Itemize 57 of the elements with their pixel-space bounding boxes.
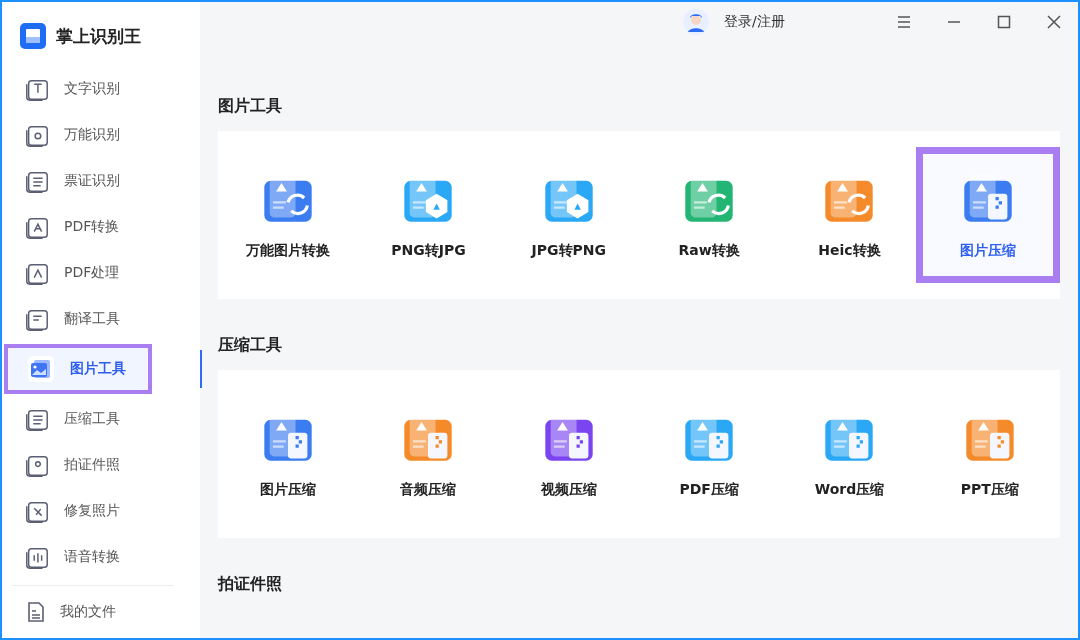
tool-label: PPT压缩 — [960, 481, 1019, 499]
tool-label: JPG转PNG — [531, 242, 607, 260]
tool-label: 万能图片转换 — [246, 242, 331, 260]
my-files-link[interactable]: 我的文件 — [60, 603, 116, 621]
tool-item[interactable]: 视频压缩 — [498, 389, 639, 519]
tool-item[interactable]: JPG转PNG — [498, 150, 639, 280]
tool-label: Word压缩 — [814, 481, 885, 499]
sidebar-item-label: 翻译工具 — [64, 310, 120, 328]
tool-label: PDF压缩 — [679, 481, 739, 499]
tool-label: 图片压缩 — [260, 481, 317, 499]
tool-label: 图片压缩 — [959, 242, 1016, 260]
sidebar-item[interactable]: 压缩工具 — [6, 398, 196, 440]
sidebar-item-label: 票证识别 — [64, 172, 120, 190]
tool-item[interactable]: Heic转换 — [779, 150, 920, 280]
section-title: 拍证件照 — [218, 574, 283, 595]
sidebar-item-label: 万能识别 — [64, 126, 120, 144]
sidebar-item[interactable]: 语音转换 — [6, 536, 196, 578]
tool-label: 音频压缩 — [400, 481, 457, 499]
tool-item[interactable]: 音频压缩 — [358, 389, 499, 519]
sidebar-item[interactable]: 翻译工具 — [6, 298, 196, 340]
section-title: 图片工具 — [218, 96, 283, 117]
sidebar-item[interactable]: 万能识别 — [6, 114, 196, 156]
sidebar-item[interactable]: PDF转换 — [6, 206, 196, 248]
sidebar-item-label: 语音转换 — [64, 548, 120, 566]
close-icon — [1047, 15, 1061, 29]
sidebar-item[interactable]: 修复照片 — [6, 490, 196, 532]
sidebar-item[interactable]: PDF处理 — [6, 252, 196, 294]
tool-label: PNG转JPG — [391, 242, 466, 260]
sidebar-item-label: PDF转换 — [64, 218, 120, 236]
avatar-icon — [682, 8, 710, 36]
tool-item[interactable]: PPT压缩 — [919, 389, 1060, 519]
menu-icon — [897, 15, 911, 29]
app-logo-icon — [20, 23, 46, 49]
app-title: 掌上识别王 — [56, 24, 141, 48]
maximize-icon — [997, 15, 1011, 29]
sidebar-item-label: 压缩工具 — [64, 410, 120, 428]
tool-item[interactable]: 图片压缩 — [218, 389, 359, 519]
image-icon — [26, 354, 56, 384]
sidebar-item-label: 图片工具 — [70, 360, 126, 378]
sidebar-item[interactable]: 票证识别 — [6, 160, 196, 202]
tool-label: 视频压缩 — [540, 481, 597, 499]
tool-item[interactable]: Raw转换 — [639, 150, 780, 280]
tool-item[interactable]: 万能图片转换 — [218, 150, 359, 280]
sidebar-item[interactable]: 文字识别 — [6, 68, 196, 110]
sidebar-item-label: PDF处理 — [64, 264, 120, 282]
tool-item[interactable]: PNG转JPG — [358, 150, 499, 280]
sidebar-item-label: 文字识别 — [64, 80, 120, 98]
tool-item[interactable]: PDF压缩 — [639, 389, 780, 519]
sidebar-item-label: 修复照片 — [64, 502, 120, 520]
sidebar-item[interactable]: 拍证件照 — [6, 444, 196, 486]
tool-label: Raw转换 — [678, 242, 740, 260]
tool-label: Heic转换 — [818, 242, 881, 260]
login-link[interactable]: 登录/注册 — [724, 13, 785, 31]
sidebar-item-label: 拍证件照 — [64, 456, 120, 474]
tool-item[interactable]: Word压缩 — [779, 389, 920, 519]
section-title: 压缩工具 — [218, 335, 283, 356]
active-indicator — [200, 350, 202, 388]
